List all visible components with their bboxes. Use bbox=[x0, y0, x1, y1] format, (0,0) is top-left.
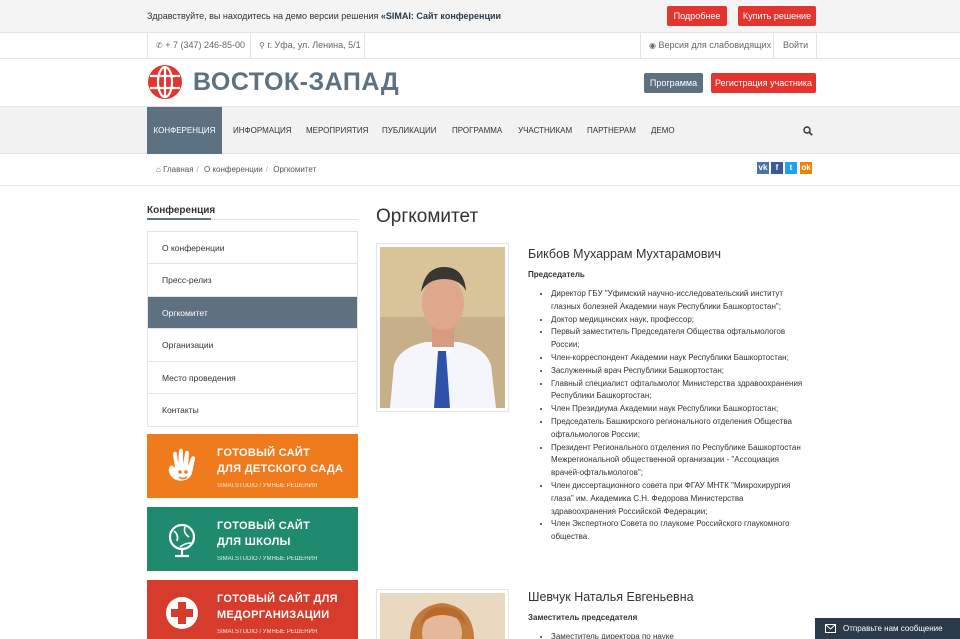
sidebar-item-press[interactable]: Пресс-релиз bbox=[148, 264, 357, 297]
person-name: Шевчук Наталья Евгеньевна bbox=[528, 590, 694, 604]
eye-icon: ◉ bbox=[649, 41, 656, 50]
accessibility-link[interactable]: ◉ Версия для слабовидящих bbox=[649, 33, 771, 58]
demo-product-name: «SIMAI: Сайт конференции bbox=[380, 11, 502, 21]
sidebar-item-about[interactable]: О конференции bbox=[148, 232, 357, 265]
page-title: Оргкомитет bbox=[376, 206, 479, 227]
banner-line1: ГОТОВЫЙ САЙТ bbox=[217, 447, 311, 459]
nav-item-conference[interactable]: Конференция bbox=[147, 107, 222, 154]
breadcrumb-home[interactable]: Главная bbox=[163, 165, 193, 174]
bio-item: Первый заместитель Председателя Общества… bbox=[551, 326, 806, 352]
banner-sub: SIMAI.STUDIO / УМНЫЕ РЕШЕНИЯ bbox=[217, 483, 318, 489]
hand-icon bbox=[168, 448, 196, 481]
bio-item: Главный специалист офтальмолог Министерс… bbox=[551, 378, 806, 404]
phone[interactable]: ✆ + 7 (347) 246-85-00 bbox=[156, 33, 245, 58]
sidebar-item-organizations[interactable]: Организации bbox=[148, 329, 357, 362]
person-role: Председатель bbox=[528, 270, 585, 279]
nav-item-demo[interactable]: Демо bbox=[651, 107, 675, 154]
address: ⚲ г. Уфа, ул. Ленина, 5/1 bbox=[259, 40, 361, 50]
bio-item: Президент Регионального отделения по Рес… bbox=[551, 442, 806, 480]
nav-item-info[interactable]: Информация bbox=[233, 107, 292, 154]
person-bio-list: Заместитель директора по науке bbox=[551, 631, 806, 639]
banner-sub: SIMAI.STUDIO / УМНЫЕ РЕШЕНИЯ bbox=[217, 629, 318, 635]
send-message-button[interactable]: Отправьте нам сообщение bbox=[815, 618, 960, 639]
nav-item-participants[interactable]: Участникам bbox=[518, 107, 572, 154]
twitter-icon[interactable]: t bbox=[785, 162, 797, 174]
demo-bar: Здравствуйте, вы находитесь на демо верс… bbox=[0, 0, 960, 33]
bio-item: Член Экспертного Совета по глаукоме Росс… bbox=[551, 518, 806, 544]
person-name: Бикбов Мухаррам Мухтарамович bbox=[528, 247, 721, 261]
bio-item: Член-корреспондент Академии наук Республ… bbox=[551, 352, 806, 365]
demo-text-prefix: Здравствуйте, вы находитесь на демо верс… bbox=[147, 11, 379, 21]
bio-item: Член диссертационного совета при ФГАУ МН… bbox=[551, 480, 806, 518]
sidebar-menu: О конференции Пресс-релиз Оргкомитет Орг… bbox=[147, 231, 358, 428]
bio-item: Председатель Башкирского регионального о… bbox=[551, 416, 806, 442]
odnoklassniki-icon[interactable]: ok bbox=[800, 162, 812, 174]
breadcrumb-bar: ⌂ Главная / О конференции / Оргкомитет bbox=[0, 154, 960, 186]
map-marker-icon: ⚲ bbox=[259, 41, 265, 50]
envelope-icon bbox=[825, 624, 836, 633]
banner-line2: МЕДОРГАНИЗАЦИИ bbox=[217, 609, 330, 621]
more-button[interactable]: Подробнее bbox=[667, 6, 727, 26]
site-logo-text[interactable]: ВОСТОК-ЗАПАД bbox=[193, 68, 399, 97]
sidebar-item-venue[interactable]: Место проведения bbox=[148, 361, 357, 394]
home-icon: ⌂ bbox=[156, 165, 161, 174]
nav-item-partners[interactable]: Партнерам bbox=[587, 107, 636, 154]
bio-item: Доктор медицинских наук, профессор; bbox=[551, 314, 806, 327]
banner-line2: ДЛЯ ДЕТСКОГО САДА bbox=[217, 463, 344, 475]
portrait-image bbox=[380, 247, 505, 408]
person-role: Заместитель председателя bbox=[528, 613, 638, 622]
register-button[interactable]: Регистрация участника bbox=[711, 73, 816, 93]
globe-stand-icon bbox=[168, 523, 196, 558]
nav-item-events[interactable]: Мероприятия bbox=[306, 107, 368, 154]
banner-sub: SIMAI.STUDIO / УМНЫЕ РЕШЕНИЯ bbox=[217, 556, 318, 562]
medical-banner[interactable]: ГОТОВЫЙ САЙТ ДЛЯ МЕДОРГАНИЗАЦИИ SIMAI.STU… bbox=[147, 580, 358, 639]
breadcrumb: ⌂ Главная / О конференции / Оргкомитет bbox=[156, 165, 317, 174]
banner-line2: ДЛЯ ШКОЛЫ bbox=[217, 536, 291, 548]
banner-line1: ГОТОВЫЙ САЙТ ДЛЯ bbox=[217, 593, 338, 605]
person-bio-list: Директор ГБУ "Уфимский научно-исследоват… bbox=[551, 288, 806, 544]
school-banner[interactable]: ГОТОВЫЙ САЙТ ДЛЯ ШКОЛЫ SIMAI.STUDIO / УМН… bbox=[147, 507, 358, 571]
vk-icon[interactable]: vk bbox=[757, 162, 769, 174]
nav-item-publications[interactable]: Публикации bbox=[382, 107, 437, 154]
main-nav: Конференция Информация Мероприятия Публи… bbox=[0, 106, 960, 154]
login-link[interactable]: Войти bbox=[783, 33, 808, 58]
bio-item: Директор ГБУ "Уфимский научно-исследоват… bbox=[551, 288, 806, 314]
nav-item-program[interactable]: Программа bbox=[452, 107, 502, 154]
sidebar-title: Конференция bbox=[147, 205, 216, 216]
person-photo bbox=[376, 243, 509, 412]
portrait-image bbox=[380, 593, 505, 639]
breadcrumb-current: Оргкомитет bbox=[273, 165, 317, 174]
kindergarten-banner[interactable]: ГОТОВЫЙ САЙТ ДЛЯ ДЕТСКОГО САДА SIMAI.STUD… bbox=[147, 434, 358, 498]
demo-text: Здравствуйте, вы находитесь на демо верс… bbox=[147, 11, 501, 21]
globe-logo-icon[interactable] bbox=[147, 64, 183, 100]
bio-item: Заслуженный врач Республики Башкортостан… bbox=[551, 365, 806, 378]
medical-cross-icon bbox=[166, 597, 198, 629]
sidebar-item-contacts[interactable]: Контакты bbox=[148, 393, 357, 427]
phone-icon: ✆ bbox=[156, 41, 163, 50]
banner-line1: ГОТОВЫЙ САЙТ bbox=[217, 520, 311, 532]
contacts-bar: ✆ + 7 (347) 246-85-00 ⚲ г. Уфа, ул. Лени… bbox=[0, 33, 960, 59]
search-icon[interactable] bbox=[803, 126, 813, 136]
send-message-label: Отправьте нам сообщение bbox=[843, 624, 943, 633]
bio-item: Заместитель директора по науке bbox=[551, 631, 806, 639]
breadcrumb-about[interactable]: О конференции bbox=[204, 165, 263, 174]
person-photo bbox=[376, 589, 509, 639]
buy-solution-button[interactable]: Купить решение bbox=[738, 6, 816, 26]
bio-item: Член Президиума Академии наук Республики… bbox=[551, 403, 806, 416]
facebook-icon[interactable]: f bbox=[771, 162, 783, 174]
sidebar-item-committee[interactable]: Оргкомитет bbox=[148, 296, 357, 330]
program-button[interactable]: Программа bbox=[644, 73, 703, 93]
